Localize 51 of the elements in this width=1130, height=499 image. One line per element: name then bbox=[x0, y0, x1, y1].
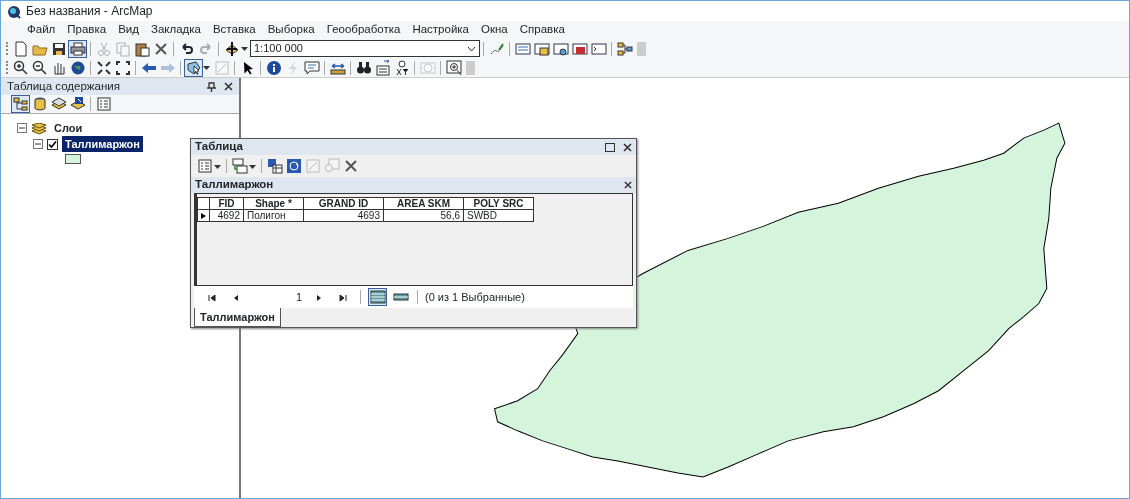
identify-icon[interactable] bbox=[264, 58, 283, 77]
menu-item[interactable]: Настройка bbox=[406, 21, 476, 39]
fixed-zoom-out-icon[interactable] bbox=[113, 58, 132, 77]
model-builder-icon[interactable] bbox=[615, 39, 634, 58]
switch-selection-icon[interactable] bbox=[284, 157, 303, 175]
route-icon[interactable] bbox=[373, 58, 392, 77]
layer-item[interactable]: Таллимаржон bbox=[62, 135, 143, 153]
panel-title: Таблица содержания bbox=[7, 78, 120, 94]
column-header[interactable]: GRAND ID bbox=[303, 197, 384, 210]
row-selector[interactable] bbox=[197, 209, 210, 222]
column-header[interactable]: POLY SRC bbox=[463, 197, 534, 210]
menu-item[interactable]: Справка bbox=[513, 21, 571, 39]
column-header[interactable]: AREA SKM bbox=[383, 197, 464, 210]
popup-icon[interactable] bbox=[302, 58, 321, 77]
table-cell: Полигон bbox=[243, 209, 304, 222]
window-title: Таблица bbox=[195, 139, 243, 155]
fixed-zoom-in-icon[interactable] bbox=[94, 58, 113, 77]
table-tab[interactable]: Таллимаржон bbox=[194, 308, 281, 327]
collapse-icon[interactable] bbox=[17, 123, 27, 133]
menu-item[interactable]: Вставка bbox=[206, 21, 262, 39]
select-by-attributes-icon[interactable] bbox=[265, 157, 284, 175]
options-icon[interactable] bbox=[94, 95, 113, 113]
collapse-icon[interactable] bbox=[33, 139, 43, 149]
zoom-in-icon[interactable] bbox=[11, 58, 30, 77]
printer-icon[interactable] bbox=[68, 39, 87, 58]
menu-item[interactable]: Правка bbox=[61, 21, 113, 39]
column-header[interactable]: Shape * bbox=[243, 197, 304, 210]
tree-item[interactable]: Слои bbox=[51, 119, 86, 137]
table-cell: SWBD bbox=[463, 209, 534, 222]
show-all-records-icon[interactable] bbox=[368, 288, 387, 306]
menu-item[interactable]: Геообработка bbox=[320, 21, 407, 39]
selection-status: (0 из 1 Выбранные) bbox=[425, 289, 525, 305]
menu-item[interactable]: Окна bbox=[475, 21, 514, 39]
table-cell: 56,6 bbox=[383, 209, 464, 222]
layer-checkbox[interactable] bbox=[47, 138, 58, 150]
menu-item[interactable]: Вид bbox=[112, 21, 145, 39]
menu-item[interactable]: Выборка bbox=[261, 21, 321, 39]
menu-item[interactable]: Файл bbox=[21, 21, 62, 39]
table-cell: 4692 bbox=[209, 209, 244, 222]
list-by-drawing-order-icon[interactable] bbox=[11, 95, 30, 113]
table-cell: 4693 bbox=[303, 209, 384, 222]
menu-item[interactable]: Закладка bbox=[144, 21, 207, 39]
table-title: Таллимаржон bbox=[195, 177, 274, 193]
related-tables-icon[interactable] bbox=[230, 157, 249, 175]
legend-swatch bbox=[65, 154, 81, 164]
zoom-out-icon[interactable] bbox=[30, 58, 49, 77]
column-header[interactable]: FID bbox=[209, 197, 244, 210]
select-features-icon[interactable] bbox=[184, 58, 203, 77]
window-title: Без названия - ArcMap bbox=[26, 3, 153, 20]
scale-combo-box[interactable]: 1:100 000 bbox=[250, 40, 480, 57]
magnifier-window-icon[interactable] bbox=[444, 58, 463, 77]
